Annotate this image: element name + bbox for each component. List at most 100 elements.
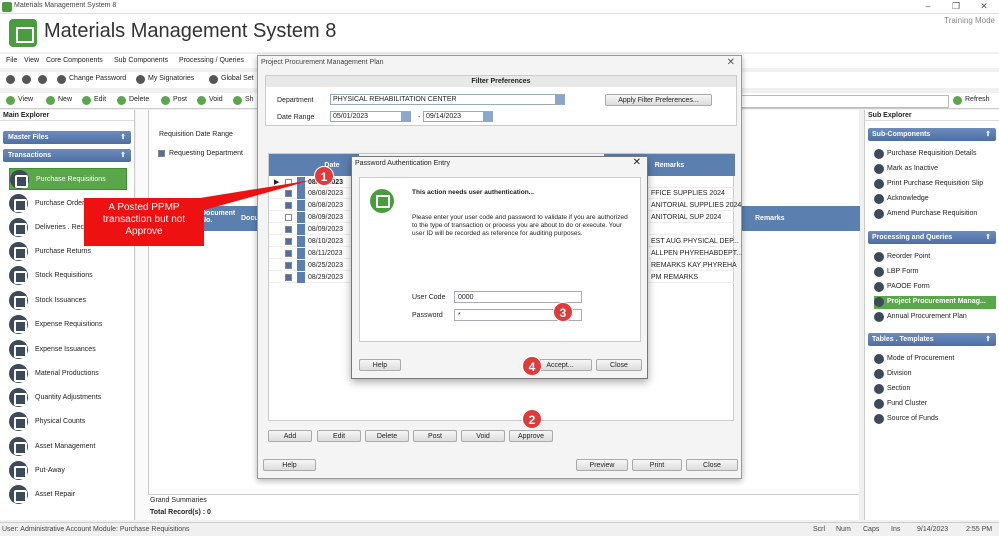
proc-item-reorder-point[interactable]: Reorder Point <box>874 251 996 264</box>
table-item-division[interactable]: Division <box>874 368 996 381</box>
row-checkbox[interactable] <box>285 262 292 269</box>
apply-filter-button[interactable]: Apply Filter Preferences... <box>605 94 712 106</box>
document-icon <box>874 297 884 307</box>
window-title: Materials Management System 8 <box>14 2 117 9</box>
auth-help-button[interactable]: Help <box>359 359 401 371</box>
table-item-fund-cluster[interactable]: Fund Cluster <box>874 398 996 411</box>
toolbar-icon-3[interactable] <box>38 75 50 86</box>
nav-expense-requisitions[interactable]: Expense Requisitions <box>9 314 127 336</box>
sub-item-amend[interactable]: Amend Purchase Requisition <box>874 208 996 221</box>
minimize-icon[interactable]: – <box>918 1 938 11</box>
sub-item-acknowledge[interactable]: Acknowledge <box>874 193 996 206</box>
transactions-section[interactable]: Transactions ⇑ <box>3 149 131 162</box>
nav-stock-issuances[interactable]: Stock Issuances <box>9 290 127 312</box>
close-button[interactable]: Close <box>686 459 738 471</box>
close-icon[interactable]: ✕ <box>727 57 735 68</box>
global-settings-button[interactable]: Global Set <box>209 75 254 86</box>
toolbar-icon-2[interactable] <box>22 75 34 86</box>
preview-button[interactable]: Preview <box>576 459 628 471</box>
add-button[interactable]: Add <box>268 430 312 442</box>
close-icon[interactable]: ✕ <box>974 1 994 12</box>
close-icon[interactable]: ✕ <box>633 157 641 168</box>
auth-close-button[interactable]: Close <box>596 359 642 371</box>
post-button[interactable]: Post <box>161 96 187 107</box>
filter-preferences: Filter Preferences Department PHYSICAL R… <box>265 75 737 126</box>
menu-processing-queries[interactable]: Processing / Queries <box>179 57 244 64</box>
nav-physical-counts[interactable]: Physical Counts <box>9 411 127 433</box>
nav-quantity-adjustments[interactable]: Quantity Adjustments <box>9 387 127 409</box>
menu-sub-components[interactable]: Sub Components <box>114 57 168 64</box>
my-signatories-button[interactable]: My Signatories <box>136 75 194 86</box>
doc-header: Docu <box>241 215 259 222</box>
status-date: 9/14/2023 <box>917 526 949 533</box>
date-from-input[interactable]: 05/01/2023 <box>330 111 411 122</box>
sub-item-print-slip[interactable]: Print Purchase Requisition Slip <box>874 178 996 191</box>
gear-icon <box>209 75 218 84</box>
sub-item-mark-inactive[interactable]: Mark as Inactive <box>874 163 996 176</box>
table-item-section[interactable]: Section <box>874 383 996 396</box>
proc-item-ppmp[interactable]: Project Procurement Manag... <box>874 296 996 309</box>
grand-summaries: Grand Summaries Total Record(s) : 0 <box>148 494 859 520</box>
filter-icon <box>233 96 242 105</box>
status-scrl: Scrl <box>813 526 826 533</box>
refresh-button[interactable]: Refresh <box>953 96 990 107</box>
row-checkbox[interactable] <box>285 250 292 257</box>
row-checkbox[interactable] <box>285 226 292 233</box>
app-icon <box>2 2 12 12</box>
nav-stock-requisitions[interactable]: Stock Requisitions <box>9 265 127 287</box>
tables-templates-section[interactable]: Tables . Templates ⇑ <box>868 333 996 346</box>
requesting-department-checkbox[interactable] <box>158 150 165 157</box>
menu-view[interactable]: View <box>24 57 39 64</box>
sub-components-section[interactable]: Sub-Components ⇑ <box>868 128 996 141</box>
approve-button[interactable]: Approve <box>509 430 553 442</box>
department-select[interactable]: PHYSICAL REHABILITATION CENTER <box>330 94 565 105</box>
toolbar-icon-1[interactable] <box>6 75 18 86</box>
proc-item-app[interactable]: Annual Procurement Plan <box>874 311 996 324</box>
menu-file[interactable]: File <box>6 57 17 64</box>
nav-put-away[interactable]: Put-Away <box>9 460 127 482</box>
row-checkbox[interactable] <box>285 238 292 245</box>
help-button[interactable]: Help <box>263 459 316 471</box>
document-icon <box>874 369 884 379</box>
document-icon <box>874 267 884 277</box>
void-button[interactable]: Void <box>197 96 223 107</box>
table-item-source-of-funds[interactable]: Source of Funds <box>874 413 996 426</box>
nav-expense-issuances[interactable]: Expense Issuances <box>9 339 127 361</box>
delete-button[interactable]: Delete <box>117 96 149 107</box>
delete-button[interactable]: Delete <box>365 430 409 442</box>
row-checkbox[interactable] <box>285 274 292 281</box>
nav-asset-management[interactable]: Asset Management <box>9 436 127 458</box>
document-icon <box>874 149 884 159</box>
processing-queries-section[interactable]: Processing and Queries ⇑ <box>868 231 996 244</box>
search-input[interactable] <box>741 95 949 108</box>
quantity-adjustments-icon <box>9 388 28 407</box>
edit-button[interactable]: Edit <box>317 430 361 442</box>
put-away-icon <box>9 461 28 480</box>
print-button[interactable]: Print <box>632 459 682 471</box>
change-password-button[interactable]: Change Password <box>57 75 126 86</box>
panel-splitter[interactable] <box>136 110 148 520</box>
table-item-mode-of-procurement[interactable]: Mode of Procurement <box>874 353 996 366</box>
sub-item-purchase-requisition-details[interactable]: Purchase Requisition Details <box>874 148 996 161</box>
show-button[interactable]: Sh <box>233 96 254 107</box>
proc-item-paooe-form[interactable]: PAOOE Form <box>874 281 996 294</box>
requisition-date-range-label: Requisition Date Range <box>159 131 233 138</box>
restore-icon[interactable]: ❐ <box>946 1 966 12</box>
void-button[interactable]: Void <box>461 430 505 442</box>
expense-issuances-icon <box>9 340 28 359</box>
nav-material-productions[interactable]: Material Productions <box>9 363 127 385</box>
master-files-section[interactable]: Master Files ⇑ <box>3 131 131 144</box>
edit-button[interactable]: Edit <box>82 96 106 107</box>
proc-item-lbp-form[interactable]: LBP Form <box>874 266 996 279</box>
document-icon <box>874 194 884 204</box>
nav-purchase-requisitions[interactable]: Purchase Requisitions <box>9 168 127 190</box>
nav-asset-repair[interactable]: Asset Repair <box>9 484 127 506</box>
row-checkbox[interactable] <box>285 214 292 221</box>
post-button[interactable]: Post <box>413 430 457 442</box>
menu-core-components[interactable]: Core Components <box>46 57 103 64</box>
new-button[interactable]: New <box>46 96 72 107</box>
asset-repair-icon <box>9 485 28 504</box>
view-button[interactable]: View <box>6 96 33 107</box>
document-no-header: Document No. <box>201 210 236 224</box>
date-to-input[interactable]: 09/14/2023 <box>423 111 493 122</box>
